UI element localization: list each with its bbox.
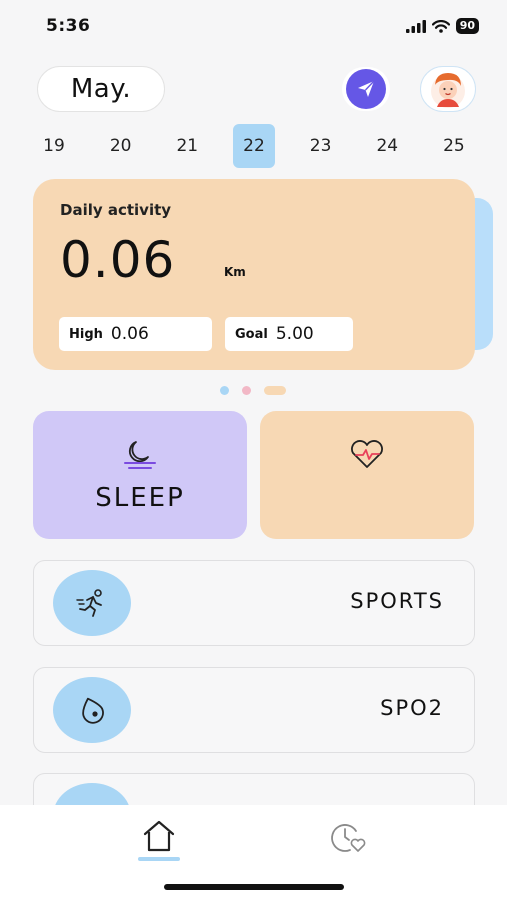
sports-row[interactable]: SPORTS <box>33 560 475 646</box>
cellular-signal-icon <box>405 19 426 33</box>
clock-heart-icon <box>331 824 366 852</box>
sports-label: SPORTS <box>350 589 444 613</box>
date-25[interactable]: 25 <box>433 124 475 168</box>
date-19[interactable]: 19 <box>33 124 75 168</box>
heart-rate-icon <box>351 440 383 468</box>
date-20[interactable]: 20 <box>100 124 142 168</box>
running-icon <box>76 589 102 617</box>
send-button[interactable] <box>342 67 390 111</box>
status-time: 5:36 <box>46 16 91 36</box>
avatar-icon <box>431 73 465 108</box>
home-indicator <box>164 884 344 890</box>
goal-label: Goal <box>235 326 268 342</box>
paper-plane-icon <box>358 80 375 97</box>
date-21[interactable]: 21 <box>166 124 208 168</box>
high-stat: High 0.06 <box>59 317 212 351</box>
moon-sleep-icon <box>124 441 156 469</box>
bottom-navigation <box>0 805 507 900</box>
goal-stat: Goal 5.00 <box>225 317 353 351</box>
date-strip: 19 20 21 22 23 24 25 <box>33 124 475 168</box>
activity-unit: Km <box>224 265 246 279</box>
nav-home[interactable] <box>136 819 182 867</box>
spo2-icon-badge <box>53 677 131 743</box>
page-dot-2[interactable] <box>242 386 251 395</box>
sleep-label: SLEEP <box>95 483 185 513</box>
date-24[interactable]: 24 <box>366 124 408 168</box>
activity-title: Daily activity <box>60 201 172 219</box>
goal-value: 5.00 <box>275 324 314 344</box>
nav-active-indicator <box>138 857 180 861</box>
high-value: 0.06 <box>110 324 149 344</box>
spo2-label: SPO2 <box>380 696 444 720</box>
heart-rate-tile[interactable] <box>260 411 474 539</box>
page-dot-1[interactable] <box>220 386 229 395</box>
battery-indicator: 90 <box>455 18 479 34</box>
home-icon <box>143 820 175 852</box>
nav-health-history[interactable] <box>330 821 366 857</box>
sports-icon-badge <box>53 570 131 636</box>
page-dot-3[interactable] <box>264 386 286 395</box>
sleep-tile[interactable]: SLEEP <box>33 411 247 539</box>
month-selector[interactable]: May. <box>37 66 165 112</box>
spo2-row[interactable]: SPO2 <box>33 667 475 753</box>
pagination-dots[interactable] <box>220 386 286 395</box>
wifi-icon <box>431 19 450 33</box>
high-label: High <box>69 326 103 342</box>
spo2-icon <box>82 697 104 724</box>
date-23[interactable]: 23 <box>300 124 342 168</box>
status-icons: 90 <box>405 18 479 34</box>
profile-avatar[interactable] <box>420 66 476 112</box>
activity-value: 0.06 <box>60 231 176 289</box>
date-22[interactable]: 22 <box>232 124 275 168</box>
daily-activity-card[interactable]: Daily activity 0.06 Km High 0.06 Goal 5.… <box>33 179 475 370</box>
